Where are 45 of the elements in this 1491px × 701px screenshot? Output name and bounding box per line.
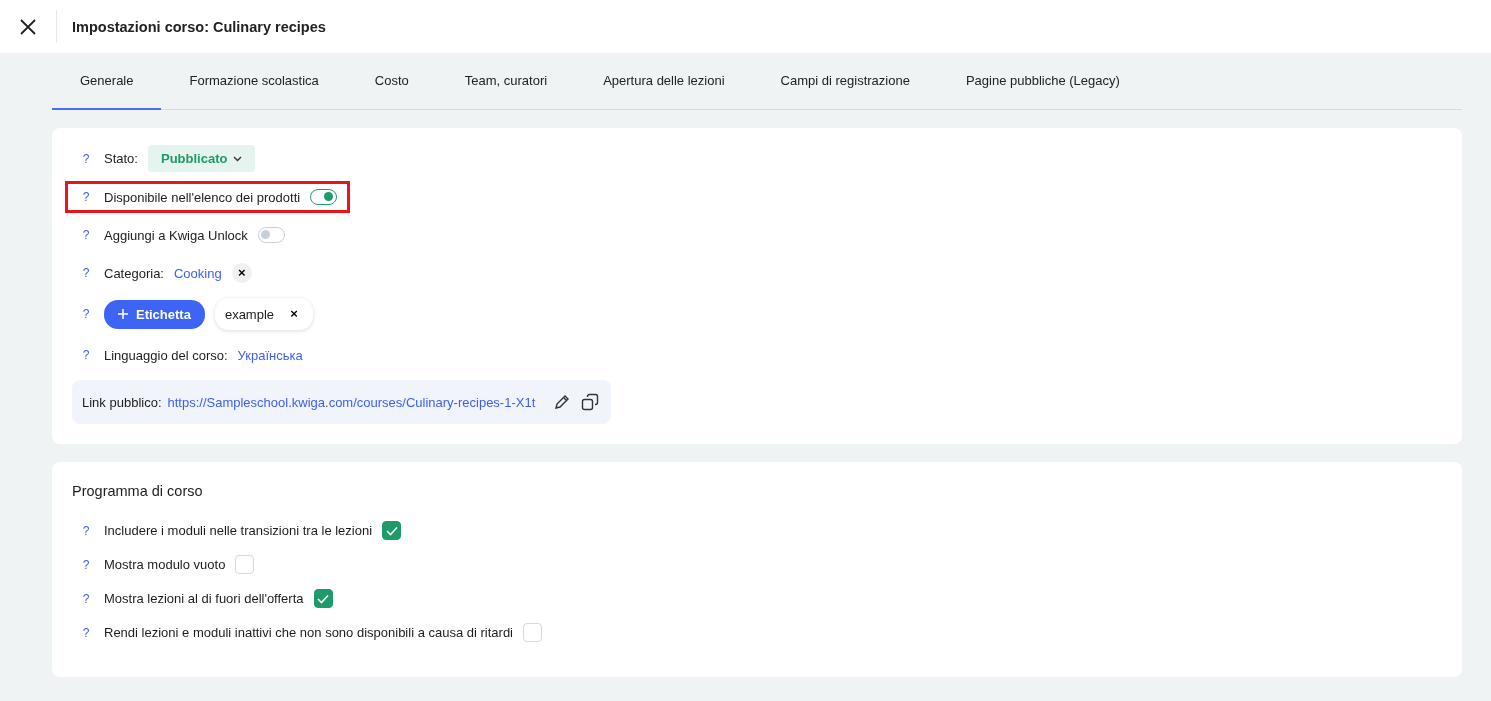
field-label: Disponibile nell'elenco dei prodotti [104, 189, 301, 205]
language-link[interactable]: Українська [237, 347, 303, 363]
field-label: Stato: [104, 151, 138, 166]
checkmark-icon [385, 525, 398, 536]
tab[interactable]: Team, curatori [436, 60, 576, 110]
category-link[interactable]: Cooking [174, 265, 222, 281]
help-icon[interactable]: ? [78, 557, 94, 572]
option-label: Mostra lezioni al di fuori dell'offerta [104, 591, 304, 606]
section-title: Programma di corso [72, 483, 204, 499]
tab[interactable]: Campi di registrazione [752, 60, 938, 110]
public-link[interactable]: https://Sampleschool.kwiga.com/courses/Culinary-recipes-1-X1t [167, 394, 536, 410]
option-label: Includere i moduli nelle transizioni tra le lezioni [104, 523, 373, 538]
copy-icon [581, 393, 600, 411]
checkbox[interactable] [313, 589, 333, 608]
checkmark-icon [317, 593, 329, 604]
help-icon[interactable]: ? [78, 151, 94, 166]
tab[interactable]: Apertura delle lezioni [575, 60, 753, 110]
tab[interactable]: Generale [52, 60, 162, 110]
plus-icon [118, 309, 128, 319]
remove-button[interactable]: × [284, 304, 305, 324]
tab[interactable]: Pagine pubbliche (Legacy) [937, 60, 1148, 110]
field-label: Categoria: [104, 265, 164, 281]
field-label: Linguaggio del corso: [104, 347, 228, 363]
help-icon[interactable]: ? [78, 228, 94, 242]
help-icon[interactable]: ? [78, 190, 94, 204]
help-icon[interactable]: ? [78, 523, 94, 538]
help-icon[interactable]: ? [78, 591, 94, 606]
remove-button[interactable]: × [231, 263, 252, 283]
help-icon[interactable]: ? [78, 348, 94, 362]
status-dropdown[interactable]: Pubblicato [147, 145, 256, 172]
help-icon[interactable]: ? [78, 307, 94, 321]
add-tag-button[interactable]: Etichetta [104, 299, 205, 329]
checkbox[interactable] [382, 521, 402, 540]
option-label: Mostra modulo vuoto [104, 557, 226, 572]
option-label: Rendi lezioni e moduli inattivi che non sono disponibili a causa di ritardi [104, 625, 513, 640]
page-title: Impostazioni corso: Culinary recipes [72, 18, 326, 35]
tab[interactable]: Costo [346, 60, 437, 110]
field-label: Link pubblico: [82, 394, 162, 410]
help-icon[interactable]: ? [78, 625, 94, 640]
tab[interactable]: Formazione scolastica [161, 60, 347, 110]
chevron-icon [233, 155, 243, 162]
tag-label: example [224, 306, 275, 322]
close-icon [19, 17, 37, 36]
help-icon[interactable]: ? [78, 266, 94, 280]
field-label: Aggiungi a Kwiga Unlock [104, 227, 248, 243]
